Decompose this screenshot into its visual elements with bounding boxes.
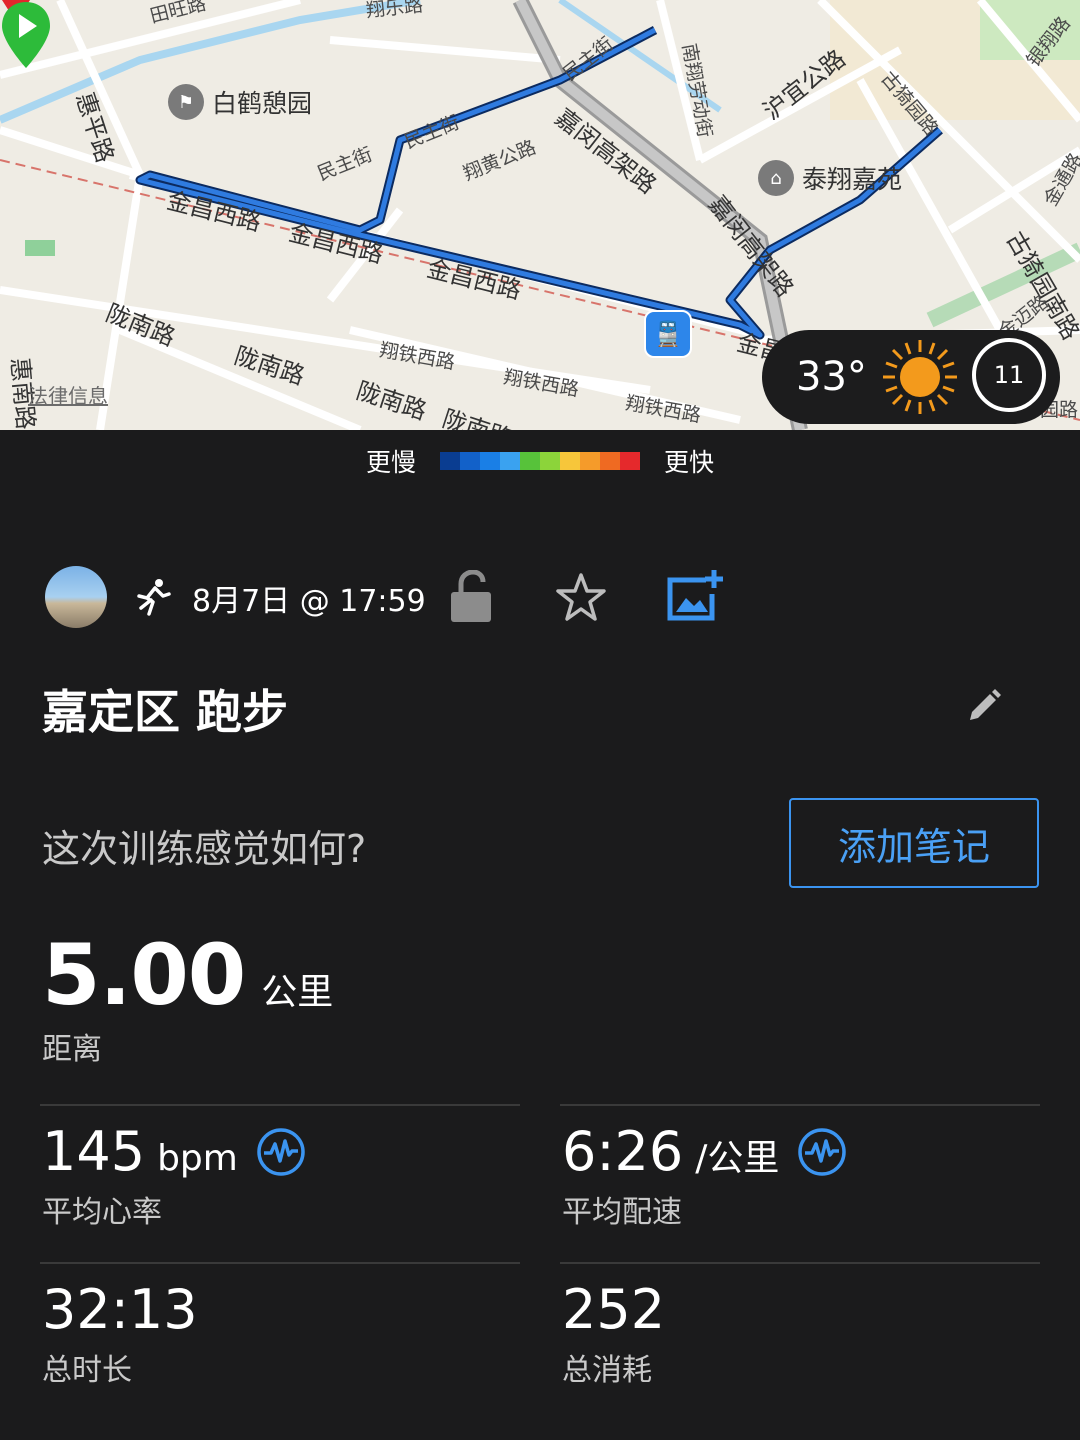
stat-value: 6:26 — [562, 1120, 684, 1183]
divider — [40, 1262, 520, 1264]
heart-rate-icon[interactable] — [256, 1127, 306, 1177]
activity-title: 嘉定区 跑步 — [42, 685, 289, 739]
stat-total-time[interactable]: 32:13 总时长 — [42, 1278, 198, 1389]
avatar[interactable] — [45, 566, 107, 628]
divider — [560, 1104, 1040, 1106]
wind-speed: 11 — [993, 361, 1025, 389]
pace-color-swatch — [460, 452, 480, 470]
pace-color-swatch — [520, 452, 540, 470]
pace-legend: 更慢 更快 — [0, 430, 1080, 492]
pace-color-swatch — [600, 452, 620, 470]
weather-badge: 33° 11 — [762, 330, 1060, 424]
divider — [560, 1262, 1040, 1264]
stat-total-calories[interactable]: 252 总消耗 — [562, 1278, 665, 1389]
temperature: 33° — [796, 354, 867, 400]
poi-baihe[interactable]: ⚑ 白鹤憩园 — [168, 84, 312, 120]
feel-prompt: 这次训练感觉如何? — [42, 827, 367, 871]
pace-color-swatch — [580, 452, 600, 470]
pace-color-swatch — [560, 452, 580, 470]
start-pin-icon — [2, 2, 50, 68]
heart-rate-icon[interactable] — [797, 1127, 847, 1177]
edit-pencil-icon[interactable] — [964, 688, 1002, 726]
distance-unit: 公里 — [261, 972, 334, 1013]
stat-unit: bpm — [157, 1138, 238, 1179]
distance-value: 5.00 公里 — [42, 926, 333, 1024]
slower-label: 更慢 — [365, 448, 416, 477]
distance-label: 距离 — [42, 1032, 102, 1067]
train-station-icon: 🚆 — [644, 310, 692, 358]
divider — [40, 1104, 520, 1106]
home-icon: ⌂ — [758, 160, 794, 196]
distance-number: 5.00 — [42, 926, 246, 1024]
stat-value: 145 — [42, 1120, 146, 1183]
pace-color-swatch — [440, 452, 460, 470]
activity-meta-row: 8月7日 @ 17:59 — [0, 560, 1080, 634]
pace-color-swatch — [480, 452, 500, 470]
pace-color-bar — [440, 452, 640, 470]
stat-label: 总消耗 — [562, 1353, 652, 1388]
stat-value: 252 — [562, 1278, 666, 1341]
poi-label: 白鹤憩园 — [212, 89, 313, 118]
faster-label: 更快 — [664, 448, 715, 477]
stat-label: 平均心率 — [42, 1195, 162, 1230]
stat-avg-heart-rate[interactable]: 145 bpm 平均心率 — [42, 1120, 306, 1231]
add-photo-icon[interactable] — [666, 568, 724, 624]
poi-taixiang[interactable]: ⌂ 泰翔嘉苑 — [758, 160, 902, 196]
stat-label: 总时长 — [42, 1353, 132, 1388]
running-icon — [137, 579, 171, 616]
pace-color-swatch — [500, 452, 520, 470]
pace-color-swatch — [540, 452, 560, 470]
add-note-button[interactable]: 添加笔记 — [789, 798, 1039, 888]
stat-unit: /公里 — [695, 1138, 780, 1179]
sun-icon — [882, 340, 957, 414]
pace-color-swatch — [620, 452, 640, 470]
route-map[interactable]: 田旺路 翔乐路 惠平路 民主街 民主街 民主街 翔黄公路 嘉闵高架路 南翔劳动街… — [0, 0, 1080, 430]
stat-avg-pace[interactable]: 6:26 /公里 平均配速 — [562, 1120, 847, 1231]
unlock-icon[interactable] — [449, 570, 493, 624]
wind-indicator: 11 — [972, 338, 1046, 412]
poi-label: 泰翔嘉苑 — [802, 165, 903, 194]
landmark-icon: ⚑ — [168, 84, 204, 120]
legal-info-link[interactable]: 法律信息 — [28, 380, 108, 409]
star-icon[interactable] — [555, 572, 607, 622]
stat-label: 平均配速 — [562, 1195, 682, 1230]
activity-datetime: 8月7日 @ 17:59 — [192, 584, 426, 619]
stat-value: 32:13 — [42, 1278, 198, 1341]
